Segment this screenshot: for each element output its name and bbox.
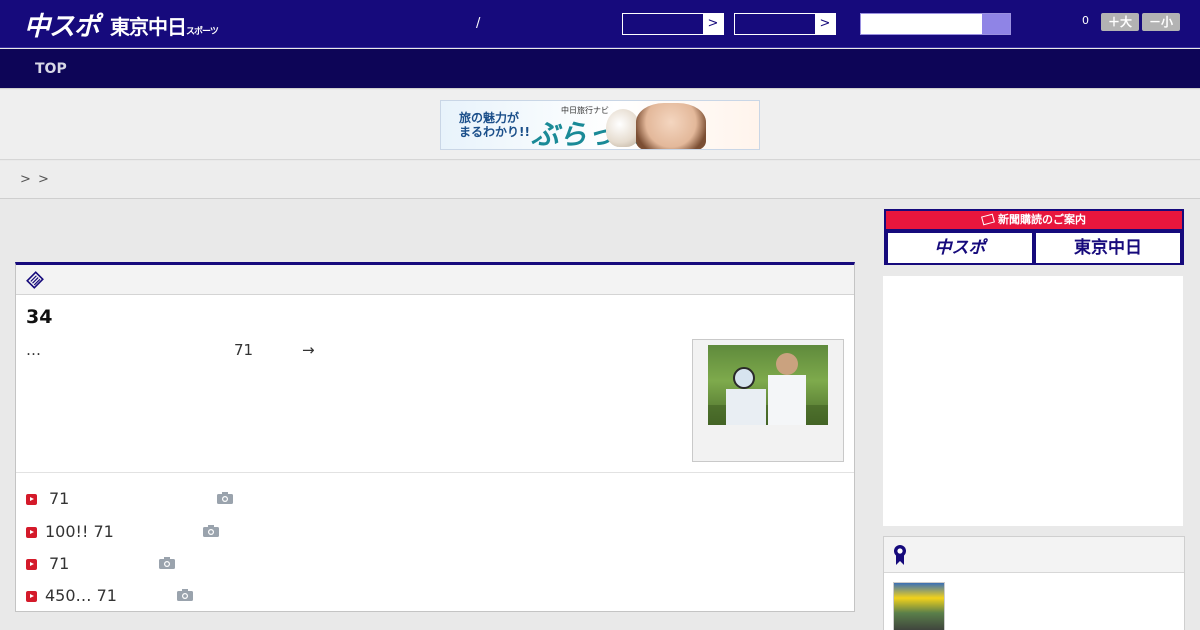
subscription-box: 新聞購読のご案内 中スポ 東京中日: [884, 209, 1184, 265]
chevron-right-icon: >: [815, 14, 835, 34]
tokyo-chunichi-logo-text: 東京中日: [110, 15, 187, 39]
article-photo-frame[interactable]: [692, 339, 844, 462]
subscription-title: 新聞購読のご案内: [886, 211, 1182, 229]
travel-banner[interactable]: 旅の魅力が まるわかり!! 中日旅行ナビ ぶらっ人: [440, 100, 760, 150]
banner-area: 旅の魅力が まるわかり!! 中日旅行ナビ ぶらっ人: [0, 90, 1200, 160]
counter: 0: [1082, 14, 1089, 27]
banner-shell-image: [606, 109, 640, 147]
play-bullet-icon: [26, 559, 37, 570]
photo-person-left-body: [726, 389, 766, 425]
search-input[interactable]: [860, 13, 1011, 35]
camera-icon: [217, 492, 233, 504]
article-photo[interactable]: [708, 345, 828, 425]
search-button[interactable]: [982, 14, 1010, 34]
camera-icon: [177, 589, 193, 601]
article-panel: 34 … 71 → 71 100!! 71 71 450… 71: [15, 262, 855, 612]
chuspo-logo[interactable]: 中スポ: [24, 6, 100, 43]
banner-line2: まるわかり!!: [459, 125, 530, 139]
section-divider: [16, 472, 854, 473]
ranking-box: [883, 536, 1185, 630]
breadcrumb-separator: >: [38, 172, 49, 187]
nav-top-link[interactable]: TOP: [35, 61, 67, 77]
font-size-large-button[interactable]: ＋大: [1101, 13, 1139, 31]
breadcrumb-separator: >: [20, 172, 31, 187]
camera-icon: [159, 557, 175, 569]
related-link-text: 100!! 71: [45, 522, 114, 541]
global-nav: TOP: [0, 49, 1200, 89]
breadcrumb: > >: [0, 161, 1200, 199]
play-bullet-icon: [26, 527, 37, 538]
banner-tagline: 旅の魅力が まるわかり!!: [459, 111, 530, 139]
category-select-1[interactable]: >: [622, 13, 724, 35]
newspaper-icon: [26, 271, 44, 289]
chevron-right-icon: >: [703, 14, 723, 34]
ranking-thumbnail[interactable]: [893, 582, 945, 630]
sidebar-ad-slot[interactable]: [883, 276, 1183, 526]
photo-person-right-body: [768, 375, 806, 425]
related-link-4[interactable]: 450… 71: [26, 586, 117, 605]
related-link-3[interactable]: 71: [26, 554, 69, 573]
ribbon-icon: [894, 545, 906, 565]
tokyo-chunichi-logo-small: スポーツ: [186, 27, 219, 37]
related-link-1[interactable]: 71: [26, 489, 69, 508]
play-bullet-icon: [26, 591, 37, 602]
newspaper-icon: [981, 213, 995, 226]
related-link-text: 450… 71: [45, 586, 117, 605]
related-link-2[interactable]: 100!! 71: [26, 522, 114, 541]
photo-person-right-head: [776, 353, 798, 375]
subscription-title-text: 新聞購読のご案内: [998, 213, 1086, 226]
photo-person-left-head: [733, 367, 755, 389]
site-header: 中スポ 東京中日スポーツ / > > 0 ＋大 －小: [0, 0, 1200, 48]
related-link-text: 71: [49, 489, 70, 508]
subscribe-tokyo-chunichi-button[interactable]: 東京中日: [1036, 233, 1180, 263]
article-lead-ellipsis: …: [26, 341, 41, 359]
camera-icon: [203, 525, 219, 537]
article-panel-header: [16, 265, 854, 295]
subscribe-chuspo-button[interactable]: 中スポ: [888, 233, 1032, 263]
play-bullet-icon: [26, 494, 37, 505]
related-link-text: 71: [49, 554, 70, 573]
ranking-header: [884, 537, 1184, 573]
banner-person-image: [636, 103, 706, 149]
category-select-2[interactable]: >: [734, 13, 836, 35]
article-lead-arrow[interactable]: →: [302, 341, 315, 359]
font-size-small-button[interactable]: －小: [1142, 13, 1180, 31]
article-headline: 34: [26, 306, 53, 328]
banner-line1: 旅の魅力が: [459, 111, 520, 125]
tokyo-chunichi-logo[interactable]: 東京中日スポーツ: [110, 11, 219, 40]
article-lead-number: 71: [234, 341, 254, 359]
header-slash: /: [476, 16, 481, 31]
